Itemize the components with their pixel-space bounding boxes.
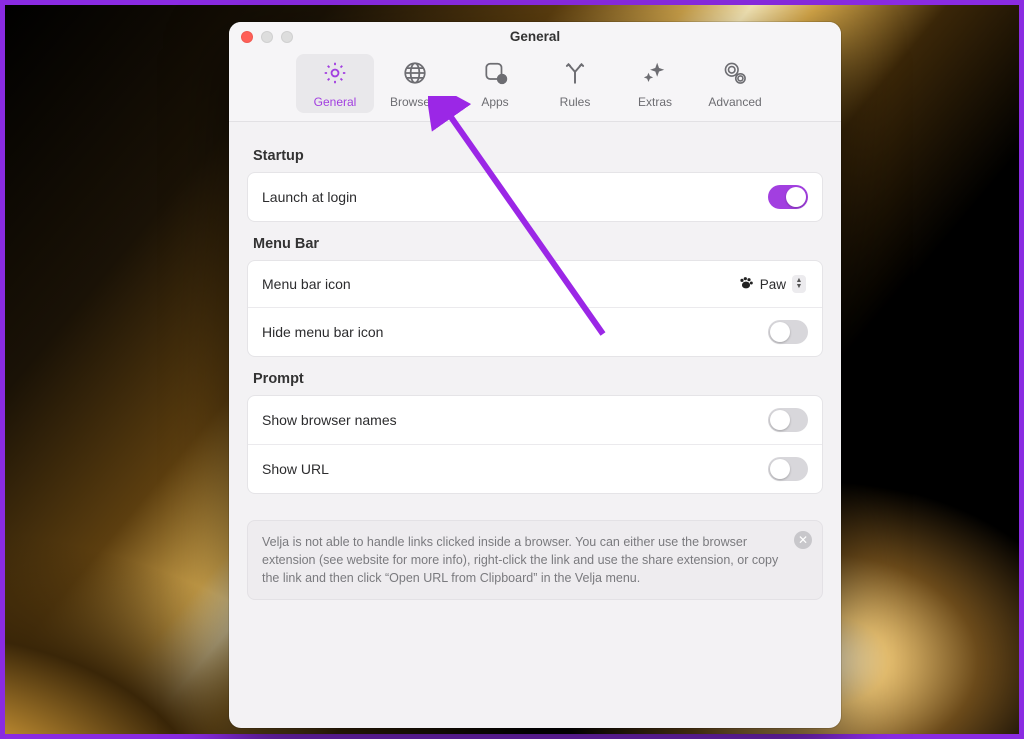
tab-general[interactable]: General	[296, 54, 374, 113]
row-show-browser-names: Show browser names	[248, 396, 822, 444]
tab-apps[interactable]: Apps	[456, 54, 534, 113]
window-title: General	[510, 29, 560, 44]
branch-icon	[562, 60, 588, 91]
row-label: Show browser names	[262, 412, 397, 428]
tab-label: Browsers	[390, 95, 440, 109]
section-startup: Launch at login	[247, 172, 823, 222]
gears-icon	[722, 60, 748, 91]
preferences-window: General General Browsers	[229, 22, 841, 728]
preferences-toolbar: General Browsers Apps	[229, 50, 841, 122]
section-title-menubar: Menu Bar	[253, 236, 823, 252]
toggle-hide-menu-bar-icon[interactable]	[768, 320, 808, 344]
toggle-launch-at-login[interactable]	[768, 185, 808, 209]
tab-label: Extras	[638, 95, 672, 109]
row-label: Launch at login	[262, 189, 357, 205]
window-zoom-button[interactable]	[281, 31, 293, 43]
close-icon: ✕	[798, 534, 808, 546]
globe-icon	[402, 60, 428, 91]
row-label: Menu bar icon	[262, 276, 351, 292]
preferences-content: Startup Launch at login Menu Bar Menu ba…	[229, 122, 841, 728]
tab-label: General	[314, 95, 357, 109]
tab-label: Advanced	[708, 95, 761, 109]
section-prompt: Show browser names Show URL	[247, 395, 823, 494]
sparkles-icon	[642, 60, 668, 91]
select-menu-bar-icon[interactable]: Paw ▲▼	[730, 273, 808, 295]
tab-advanced[interactable]: Advanced	[696, 54, 774, 113]
toggle-show-url[interactable]	[768, 457, 808, 481]
window-close-button[interactable]	[241, 31, 253, 43]
dismiss-note-button[interactable]: ✕	[794, 531, 812, 549]
row-label: Show URL	[262, 461, 329, 477]
traffic-lights	[241, 31, 293, 43]
toggle-show-browser-names[interactable]	[768, 408, 808, 432]
section-menubar: Menu bar icon Paw ▲▼ Hide menu bar icon	[247, 260, 823, 357]
row-hide-menu-bar-icon: Hide menu bar icon	[248, 307, 822, 356]
tab-label: Apps	[481, 95, 508, 109]
window-minimize-button[interactable]	[261, 31, 273, 43]
row-launch-at-login: Launch at login	[248, 173, 822, 221]
row-label: Hide menu bar icon	[262, 324, 383, 340]
info-note-text: Velja is not able to handle links clicke…	[262, 535, 778, 585]
tab-browsers[interactable]: Browsers	[376, 54, 454, 113]
tab-extras[interactable]: Extras	[616, 54, 694, 113]
app-badge-icon	[482, 60, 508, 91]
info-note: Velja is not able to handle links clicke…	[247, 520, 823, 600]
section-title-startup: Startup	[253, 148, 823, 164]
paw-icon	[738, 276, 754, 293]
row-menu-bar-icon: Menu bar icon Paw ▲▼	[248, 261, 822, 307]
tab-rules[interactable]: Rules	[536, 54, 614, 113]
chevron-up-down-icon: ▲▼	[792, 275, 806, 293]
select-value: Paw	[760, 277, 786, 292]
row-show-url: Show URL	[248, 444, 822, 493]
section-title-prompt: Prompt	[253, 371, 823, 387]
titlebar: General	[229, 22, 841, 50]
tab-label: Rules	[560, 95, 591, 109]
gear-icon	[322, 60, 348, 91]
